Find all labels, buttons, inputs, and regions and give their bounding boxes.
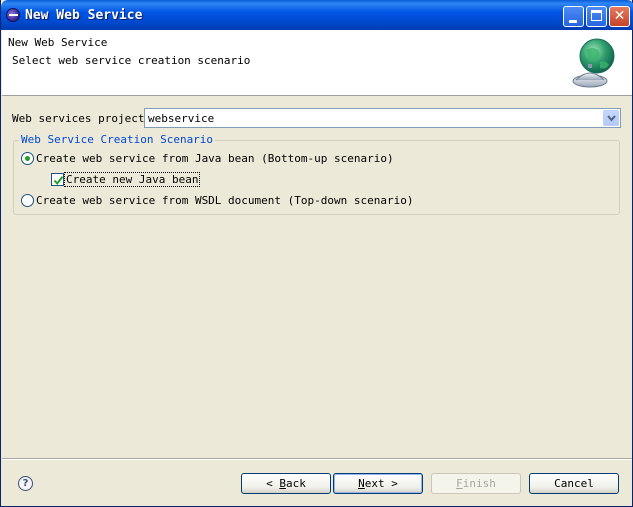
next-button[interactable]: Next > — [333, 473, 423, 494]
scenario-group-legend: Web Service Creation Scenario — [19, 133, 216, 146]
back-rest: ack — [286, 477, 306, 490]
title-bar[interactable]: New Web Service ✕ — [1, 0, 633, 30]
wizard-page-title: New Web Service — [8, 36, 108, 49]
window-title: New Web Service — [25, 8, 143, 23]
eclipse-app-icon — [6, 8, 20, 22]
next-arrow: > — [391, 477, 398, 490]
close-button[interactable]: ✕ — [609, 6, 630, 27]
back-mnemonic: B — [279, 477, 286, 490]
chevron-down-icon[interactable] — [603, 110, 619, 126]
wizard-header: New Web Service Select web service creat… — [2, 30, 632, 96]
back-arrow: < — [266, 477, 273, 490]
footer-separator — [2, 458, 632, 460]
dialog-window: New Web Service ✕ New Web Service Select… — [0, 0, 633, 507]
create-java-bean-checkbox[interactable] — [51, 173, 64, 186]
help-icon[interactable]: ? — [18, 476, 33, 491]
close-icon: ✕ — [613, 8, 626, 24]
top-down-label[interactable]: Create web service from WSDL document (T… — [36, 194, 414, 207]
back-button[interactable]: < Back — [241, 473, 331, 494]
web-service-globe-icon — [572, 38, 615, 88]
finish-button[interactable]: Finish — [431, 473, 521, 494]
cancel-button[interactable]: Cancel — [529, 473, 619, 494]
next-mnemonic: N — [358, 477, 365, 490]
bottom-up-label[interactable]: Create web service from Java bean (Botto… — [36, 152, 394, 165]
bottom-up-radio[interactable] — [21, 152, 34, 165]
create-java-bean-label[interactable]: Create new Java bean — [63, 172, 201, 187]
minimize-button[interactable] — [563, 6, 584, 27]
minimize-icon — [569, 20, 577, 23]
top-down-radio[interactable] — [21, 194, 34, 207]
maximize-button[interactable] — [586, 6, 607, 27]
finish-rest: inish — [462, 477, 496, 490]
finish-mnemonic: F — [456, 477, 463, 490]
project-combo[interactable]: webservice — [144, 108, 621, 128]
project-combo-value: webservice — [148, 112, 215, 125]
wizard-page-description: Select web service creation scenario — [12, 54, 251, 67]
next-rest: ext — [364, 477, 385, 490]
project-label: Web services project: — [12, 112, 152, 125]
maximize-icon — [591, 10, 602, 21]
